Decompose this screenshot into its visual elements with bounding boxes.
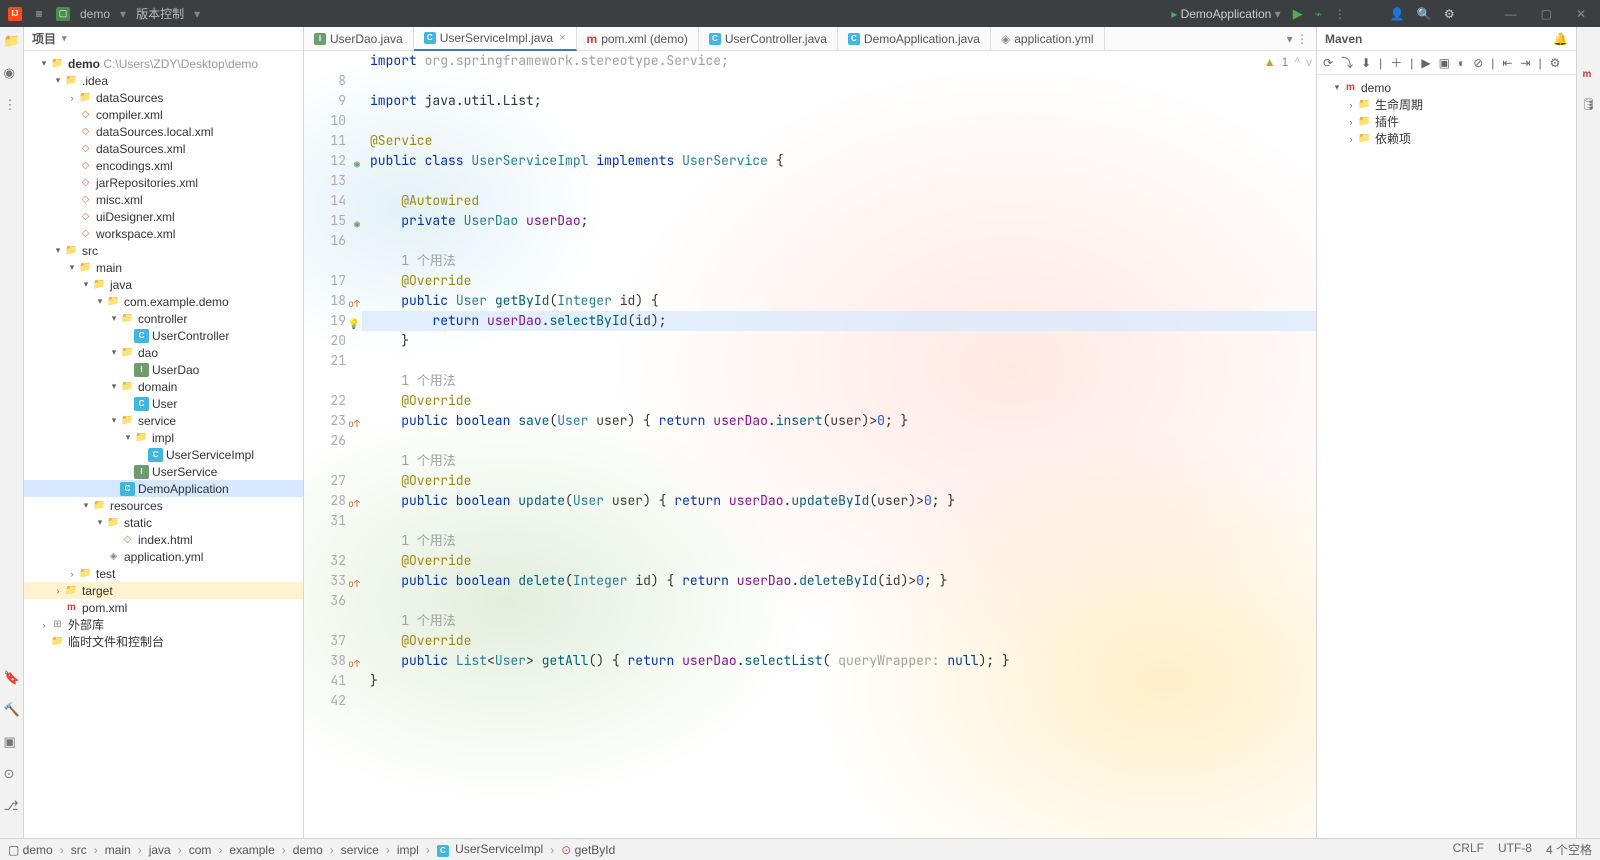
project-panel-title: 项目 [32, 30, 56, 47]
build-tool-icon[interactable]: 🔨 [4, 702, 20, 718]
run-config-selector[interactable]: ▸ DemoApplication ▾ [1171, 7, 1280, 21]
menu-icon[interactable]: ≡ [32, 7, 46, 21]
override-gutter-icon[interactable]: o↑ [348, 294, 360, 314]
maven-toolbar: ⟳ ⤵ ⬇ | ＋ | ▶ ▣ ◐ ⊘ | ⇤ ⇥ | ⚙ [1317, 51, 1576, 75]
breadcrumb[interactable]: service [341, 843, 379, 857]
implements-gutter-icon[interactable]: ◉ [354, 154, 360, 174]
tab-userdao[interactable]: IUserDao.java [304, 27, 414, 51]
search-icon[interactable]: 🔍 [1417, 7, 1432, 21]
project-panel-header[interactable]: 项目 ▾ [24, 27, 303, 51]
notifications-icon[interactable]: 🔔 [1553, 32, 1568, 46]
breadcrumb[interactable]: C UserServiceImpl [437, 842, 543, 857]
project-icon: ▢ [56, 7, 70, 21]
maven-tool-icon[interactable]: m [1580, 67, 1595, 81]
inspection-bar[interactable]: ▲1^v [1264, 55, 1312, 69]
override-gutter-icon[interactable]: o↑ [348, 574, 360, 594]
override-gutter-icon[interactable]: o↑ [348, 414, 360, 434]
indent-info[interactable]: 4 个空格 [1546, 841, 1592, 858]
user-icon[interactable]: 👤 [1390, 7, 1405, 21]
terminal-tool-icon[interactable]: ▣ [4, 734, 20, 750]
editor-area: IUserDao.java CUserServiceImpl.java× mpo… [304, 27, 1316, 838]
gutter[interactable]: 8 9 10 11 12◉ 13 14 15◉ 16 17 18o↑ 19💡 2… [304, 51, 362, 838]
tab-appyml[interactable]: ◈application.yml [991, 27, 1105, 51]
breadcrumb[interactable]: main [105, 843, 131, 857]
line-separator[interactable]: CRLF [1453, 841, 1484, 858]
code-body[interactable]: import org.springframework.stereotype.Se… [362, 51, 1316, 838]
editor-tabs: IUserDao.java CUserServiceImpl.java× mpo… [304, 27, 1316, 51]
tab-demoapp[interactable]: CDemoApplication.java [838, 27, 991, 51]
tab-usercontroller[interactable]: CUserController.java [699, 27, 838, 51]
file-encoding[interactable]: UTF-8 [1498, 841, 1532, 858]
class-icon: C [424, 32, 436, 44]
download-icon[interactable]: ⬇ [1361, 56, 1371, 70]
status-bar: ▢ demo› src› main› java› com› example› d… [0, 838, 1600, 860]
generate-icon[interactable]: ⤵ [1341, 54, 1353, 71]
close-icon[interactable]: ✕ [1570, 7, 1592, 21]
implements-gutter-icon[interactable]: ◉ [354, 214, 360, 234]
maven-icon: m [587, 32, 598, 46]
breadcrumb[interactable]: example [229, 843, 274, 857]
override-gutter-icon[interactable]: o↑ [348, 494, 360, 514]
breadcrumb[interactable]: impl [397, 843, 419, 857]
yml-icon: ◈ [1001, 32, 1010, 46]
db-tool-icon[interactable]: 🛢 [1581, 97, 1596, 111]
skip-icon[interactable]: ⊘ [1473, 56, 1483, 70]
breadcrumb[interactable]: com [189, 843, 212, 857]
interface-icon: I [314, 33, 326, 45]
chevron-down-icon[interactable]: ▾ [62, 33, 67, 44]
breadcrumb[interactable]: demo [293, 843, 323, 857]
run-maven-icon[interactable]: ▶ [1421, 56, 1430, 70]
maven-tree[interactable]: ▾mdemo ›📁生命周期 ›📁插件 ›📁依赖项 [1317, 75, 1576, 838]
settings-maven-icon[interactable]: ⚙ [1550, 56, 1561, 70]
project-panel: 项目 ▾ ▾📁demo C:\Users\ZDY\Desktop\demo ▾📁… [24, 27, 304, 838]
project-tool-icon[interactable]: 📁 [4, 33, 20, 49]
breadcrumb[interactable]: ▢ demo [8, 843, 53, 857]
more-run-icon[interactable]: ⋮ [1334, 7, 1346, 21]
toggle-icon[interactable]: ◐ [1458, 56, 1465, 70]
maximize-icon[interactable]: ▢ [1535, 7, 1558, 21]
class-icon: C [848, 33, 860, 45]
warning-icon: ▲ [1264, 55, 1276, 69]
expand-icon[interactable]: ⇥ [1520, 56, 1530, 70]
run-icon[interactable]: ▶ [1293, 6, 1303, 22]
settings-icon[interactable]: ⚙ [1444, 7, 1455, 21]
tab-userserviceimpl[interactable]: CUserServiceImpl.java× [414, 27, 577, 51]
class-icon: C [709, 33, 721, 45]
breadcrumb[interactable]: java [149, 843, 171, 857]
breadcrumb[interactable]: ⊙ getById [561, 843, 615, 857]
left-toolbar: 📁 ◉ ⋮ 🔖 🔨 ▣ ⊙ ⎇ [0, 27, 24, 838]
bookmark-tool-icon[interactable]: 🔖 [4, 670, 20, 686]
titlebar: IJ ≡ ▢ demo ▾ 版本控制 ▾ ▸ DemoApplication ▾… [0, 0, 1600, 27]
exec-icon[interactable]: ▣ [1439, 56, 1450, 70]
maven-panel: Maven 🔔 ⟳ ⤵ ⬇ | ＋ | ▶ ▣ ◐ ⊘ | ⇤ ⇥ | ⚙ ▾m… [1316, 27, 1576, 838]
debug-icon[interactable]: ⌁ [1315, 7, 1322, 21]
problems-tool-icon[interactable]: ⊙ [4, 766, 20, 782]
breadcrumb[interactable]: src [71, 843, 87, 857]
minimize-icon[interactable]: — [1499, 7, 1523, 21]
intellij-icon: IJ [8, 7, 22, 21]
project-name[interactable]: demo [80, 7, 110, 21]
collapse-icon[interactable]: ⇤ [1502, 56, 1512, 70]
right-toolbar: m 🛢 [1576, 27, 1600, 838]
project-tree[interactable]: ▾📁demo C:\Users\ZDY\Desktop\demo ▾📁.idea… [24, 51, 303, 838]
override-gutter-icon[interactable]: o↑ [348, 654, 360, 674]
commit-tool-icon[interactable]: ◉ [4, 65, 20, 81]
reload-icon[interactable]: ⟳ [1323, 56, 1333, 70]
bulb-gutter-icon[interactable]: 💡 [348, 314, 360, 334]
tab-pom[interactable]: mpom.xml (demo) [577, 27, 699, 51]
code-editor[interactable]: 8 9 10 11 12◉ 13 14 15◉ 16 17 18o↑ 19💡 2… [304, 51, 1316, 838]
vcs-menu[interactable]: 版本控制 [136, 5, 184, 22]
add-icon[interactable]: ＋ [1390, 54, 1402, 71]
structure-tool-icon[interactable]: ⋮ [4, 97, 20, 113]
tab-overflow-icon[interactable]: ▾ ⋮ [1279, 32, 1316, 46]
vcs-tool-icon[interactable]: ⎇ [4, 798, 20, 814]
maven-panel-header[interactable]: Maven 🔔 [1317, 27, 1576, 51]
close-tab-icon[interactable]: × [559, 32, 565, 44]
